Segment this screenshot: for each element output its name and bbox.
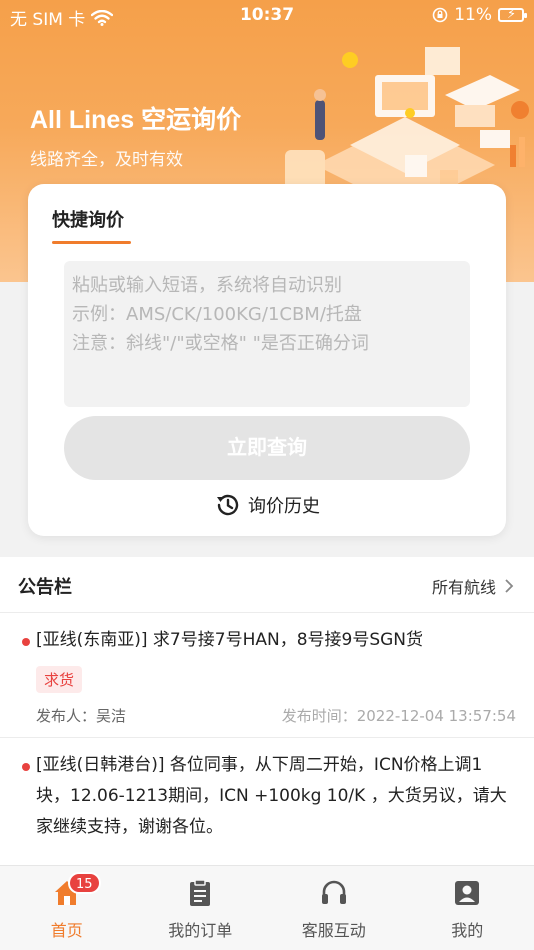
- active-tab-indicator: [52, 241, 131, 244]
- tab-home-label: 首页: [50, 921, 83, 940]
- placeholder-line: 示例：AMS/CK/100KG/1CBM/托盘: [72, 304, 362, 325]
- inquiry-text-input[interactable]: 粘贴或输入短语，系统将自动识别 示例：AMS/CK/100KG/1CBM/托盘 …: [64, 261, 470, 407]
- unread-dot: [22, 763, 30, 771]
- tab-my-orders[interactable]: 我的订单: [134, 866, 268, 950]
- post-meta: 发布人：吴洁 发布时间：2022-12-04 13:57:54: [36, 693, 516, 737]
- tab-mine-label: 我的: [451, 921, 484, 940]
- tab-home[interactable]: 15 首页: [0, 866, 134, 950]
- battery-percent: 11%: [454, 5, 492, 25]
- all-routes-label: 所有航线: [431, 578, 496, 597]
- page-title: All Lines 空运询价: [30, 106, 242, 134]
- bottom-tab-bar: 15 首页 我的订单 客服互动 我的: [0, 865, 534, 950]
- tab-mine[interactable]: 我的: [401, 866, 534, 950]
- history-icon: [217, 494, 239, 516]
- status-right: 11% ⚡: [432, 5, 527, 25]
- bulletin-board: 公告栏 所有航线 [亚线(东南亚)] 求7号接7号HAN，8号接9号SGN货 求…: [0, 557, 534, 865]
- unread-dot: [22, 638, 30, 646]
- tab-service-label: 客服互动: [301, 921, 366, 940]
- post-text: [亚线(日韩港台)] 各位同事，从下周二开始，ICN价格上调1块，12.06-1…: [36, 755, 507, 837]
- post-tag: 求货: [36, 666, 83, 693]
- bulletin-post[interactable]: [亚线(日韩港台)] 各位同事，从下周二开始，ICN价格上调1块，12.06-1…: [0, 738, 534, 843]
- tab-quick-inquiry[interactable]: 快捷询价: [52, 206, 124, 232]
- bulletin-header: 公告栏 所有航线: [0, 557, 534, 613]
- page-subtitle: 线路齐全，及时有效: [30, 150, 183, 170]
- all-routes-link[interactable]: 所有航线: [432, 574, 514, 598]
- placeholder-line: 粘贴或输入短语，系统将自动识别: [72, 275, 342, 296]
- post-time: 发布时间：2022-12-04 13:57:54: [281, 707, 516, 725]
- status-bar: 无 SIM 卡 10:37 11% ⚡: [0, 0, 534, 30]
- headset-icon: [321, 880, 346, 904]
- tab-customer-service[interactable]: 客服互动: [267, 866, 401, 950]
- quick-inquiry-card: 快捷询价 粘贴或输入短语，系统将自动识别 示例：AMS/CK/100KG/1CB…: [28, 184, 506, 536]
- tab-orders-label: 我的订单: [168, 921, 233, 940]
- bulletin-post[interactable]: [亚线(东南亚)] 求7号接7号HAN，8号接9号SGN货 求货 发布人：吴洁 …: [0, 613, 534, 737]
- query-now-button[interactable]: 立即查询: [64, 416, 470, 480]
- placeholder-line: 注意：斜线"/"或空格" "是否正确分词: [72, 333, 369, 354]
- battery-icon: ⚡: [498, 7, 527, 22]
- home-badge: 15: [68, 872, 101, 894]
- profile-icon: [455, 881, 480, 905]
- bulletin-title: 公告栏: [18, 577, 72, 598]
- history-label: 询价历史: [248, 496, 320, 517]
- chevron-right-icon: [505, 579, 514, 593]
- post-text: [亚线(东南亚)] 求7号接7号HAN，8号接9号SGN货: [36, 630, 424, 650]
- inquiry-history-link[interactable]: 询价历史: [28, 491, 506, 519]
- post-publisher: 发布人：吴洁: [36, 707, 127, 725]
- clipboard-icon: [190, 879, 211, 906]
- rotation-lock-icon: [432, 7, 448, 23]
